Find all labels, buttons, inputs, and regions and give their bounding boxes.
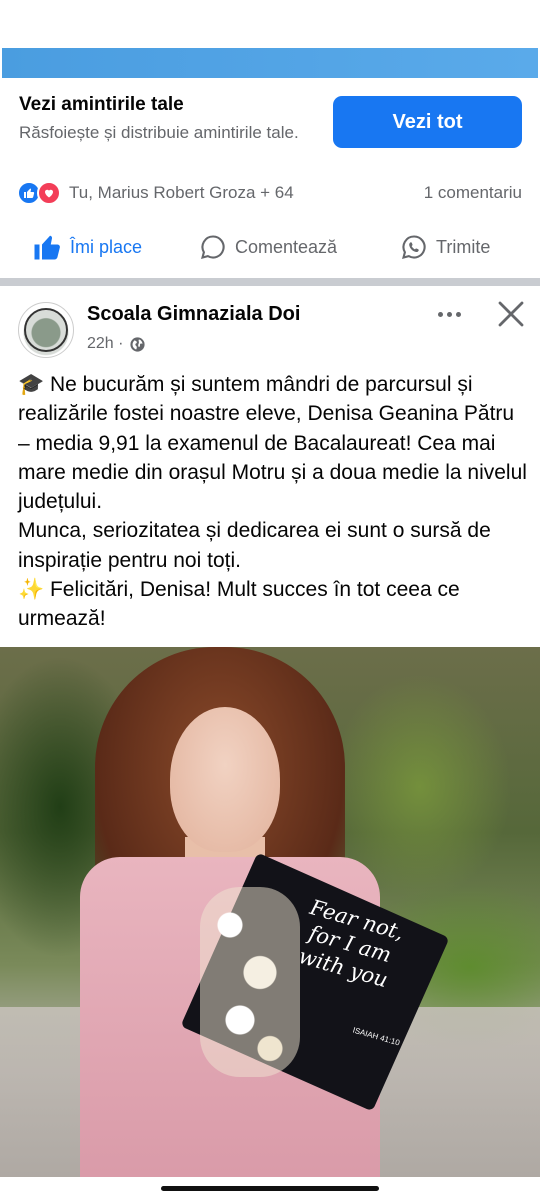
love-reaction-icon (37, 181, 61, 205)
post-paragraph: Munca, seriozitatea și dedicarea ei sunt… (18, 519, 491, 572)
reactions-summary[interactable]: Tu, Marius Robert Groza + 64 1 comentari… (0, 176, 540, 208)
page-name[interactable]: Scoala Gimnaziala Doi (87, 303, 300, 326)
like-button[interactable]: Îmi place (32, 224, 142, 270)
comment-bubble-icon (201, 235, 225, 259)
photo-face (170, 707, 280, 852)
post-photo[interactable]: Fear not, for I am with you ISAIAH 41:10 (0, 647, 540, 1177)
globe-icon (130, 336, 146, 352)
cap-flowers (200, 887, 300, 1077)
comment-label: Comentează (235, 236, 338, 257)
post-actions: Îmi place Comentează Trimite (0, 224, 540, 270)
post-body: 🎓 Ne bucurăm și suntem mândri de parcurs… (18, 370, 530, 634)
page-avatar[interactable] (18, 302, 74, 358)
whatsapp-icon (402, 235, 426, 259)
memories-subtitle: Răsfoiește și distribuie amintirile tale… (19, 123, 299, 142)
post-paragraph: 🎓 Ne bucurăm și suntem mândri de parcurs… (18, 373, 527, 514)
memories-banner-image[interactable] (2, 48, 538, 78)
more-options-button[interactable] (432, 302, 466, 326)
dot-icon (455, 311, 461, 317)
share-label: Trimite (436, 236, 491, 257)
like-label: Îmi place (70, 236, 143, 257)
post-header: Scoala Gimnaziala Doi 22h · (0, 286, 540, 368)
school-logo-icon (24, 308, 68, 352)
dot-icon (437, 311, 443, 317)
post-timestamp[interactable]: 22h · (87, 335, 146, 353)
close-icon[interactable] (495, 298, 527, 330)
see-all-button[interactable]: Vezi tot (333, 96, 522, 148)
feed-divider (0, 278, 540, 286)
reaction-icons (17, 181, 65, 205)
reaction-names[interactable]: Tu, Marius Robert Groza + 64 (69, 183, 294, 203)
post-time-text: 22h · (87, 335, 124, 352)
comment-count[interactable]: 1 comentariu (424, 183, 522, 203)
memories-card: Vezi amintirile tale Răsfoiește și distr… (0, 0, 540, 278)
post-paragraph: ✨ Felicitări, Denisa! Mult succes în tot… (18, 578, 460, 631)
dot-icon (446, 311, 452, 317)
share-button[interactable]: Trimite (400, 224, 490, 270)
thumbs-up-icon (34, 235, 60, 260)
home-indicator[interactable] (161, 1186, 379, 1191)
memories-title: Vezi amintirile tale (19, 94, 184, 115)
comment-button[interactable]: Comentează (199, 224, 337, 270)
